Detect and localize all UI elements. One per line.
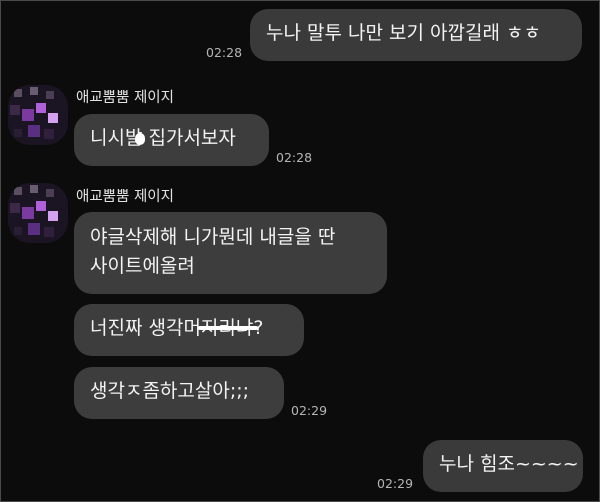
message-time: 02:29 — [291, 403, 328, 418]
outgoing-message-bubble[interactable]: 누나 말투 나만 보기 아깝길래 ㅎㅎ — [250, 9, 582, 61]
message-text: 생각ㅈ좀하고살아;;; — [90, 380, 250, 402]
sender-avatar[interactable] — [8, 183, 68, 243]
message-text: 누나 말투 나만 보기 아깝길래 ㅎㅎ — [266, 22, 541, 44]
incoming-message-bubble[interactable]: 야글삭제해 니가뭔데 내글을 딴 사이트에올려 — [74, 212, 387, 294]
message-time: 02:29 — [377, 476, 414, 491]
incoming-message-bubble[interactable]: 생각ㅈ좀하고살아;;; — [74, 367, 284, 419]
sender-name: 애교뿜뿜 제이지 — [76, 189, 174, 205]
message-time: 02:28 — [206, 45, 243, 60]
message-text: 니시발 집가서보자 — [90, 127, 236, 149]
message-time: 02:28 — [276, 150, 313, 165]
message-text-line: 야글삭제해 니가뭔데 내글을 딴 — [90, 226, 336, 248]
outgoing-message-bubble[interactable]: 누나 힘조~~~~ — [423, 440, 583, 492]
incoming-message-bubble[interactable]: 너진짜 생각머지리냐? — [74, 304, 304, 356]
redaction-mark — [135, 133, 145, 145]
sender-name: 애교뿜뿜 제이지 — [76, 90, 174, 106]
message-text-line: 사이트에올려 — [90, 255, 195, 277]
message-text: 누나 힘조~~~~ — [439, 453, 579, 475]
redaction-mark — [198, 326, 258, 330]
sender-avatar[interactable] — [8, 85, 68, 145]
incoming-message-bubble[interactable]: 니시발 집가서보자 — [74, 114, 269, 166]
